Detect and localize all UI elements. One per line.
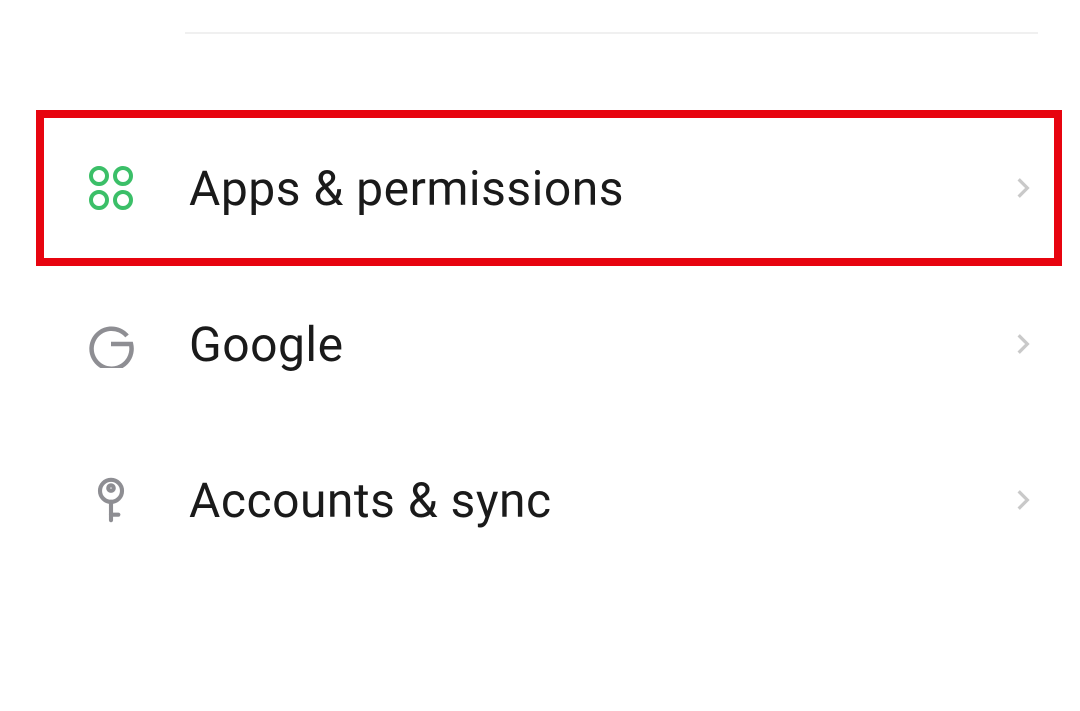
chevron-right-icon	[1008, 485, 1038, 515]
settings-list: Apps & permissions Google	[0, 110, 1080, 578]
chevron-right-icon	[1008, 329, 1038, 359]
settings-row-apps-permissions[interactable]: Apps & permissions	[0, 110, 1080, 266]
settings-row-google[interactable]: Google	[0, 266, 1080, 422]
chevron-right-icon	[1008, 173, 1038, 203]
google-icon	[85, 318, 137, 370]
settings-row-label: Apps & permissions	[189, 160, 1008, 217]
settings-row-label: Accounts & sync	[189, 472, 1008, 529]
settings-row-accounts-sync[interactable]: Accounts & sync	[0, 422, 1080, 578]
key-icon	[85, 474, 137, 526]
divider	[185, 32, 1038, 34]
apps-icon	[85, 162, 137, 214]
settings-row-label: Google	[189, 316, 1008, 373]
